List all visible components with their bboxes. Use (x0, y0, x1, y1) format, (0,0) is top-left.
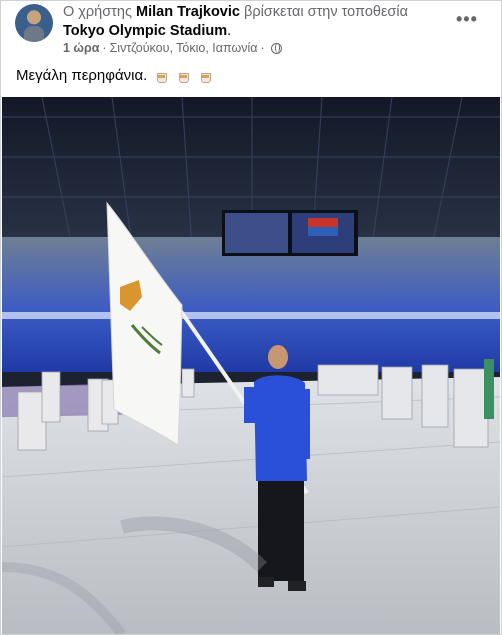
place-suffix: . (227, 23, 232, 39)
post-caption: Μεγάλη περηφάνια. (16, 67, 213, 84)
meta-separator: · (102, 41, 107, 55)
globe-icon (270, 42, 282, 54)
post-location-meta: Σιντζούκου, Τόκιο, Ιαπωνία (109, 41, 258, 55)
avatar[interactable] (15, 4, 53, 42)
post-time-link[interactable]: 1 ώρα (63, 41, 99, 55)
header-location-text: βρίσκεται στην τοποθεσία (244, 4, 408, 20)
meta-separator-2: · (260, 41, 265, 55)
drink-cup-icon (199, 69, 213, 83)
post-meta: 1 ώρα · Σιντζούκου, Τόκιο, Ιαπωνία · (63, 41, 282, 55)
facebook-post-card: Ο χρήστης Milan Trajkovic βρίσκεται στην… (0, 0, 502, 635)
caption-text: Μεγάλη περηφάνια. (16, 67, 148, 84)
post-header: Ο χρήστης Milan Trajkovic βρίσκεται στην… (63, 3, 453, 41)
drink-cup-icon (177, 69, 191, 83)
stadium-photo-illustration (2, 97, 500, 634)
header-prefix: Ο χρήστης (63, 4, 132, 20)
author-name-link[interactable]: Milan Trajkovic (136, 4, 240, 20)
post-photo[interactable] (2, 97, 500, 634)
place-link[interactable]: Tokyo Olympic Stadium (63, 23, 227, 39)
more-options-button[interactable]: ••• (456, 9, 478, 30)
drink-cup-icon (155, 69, 169, 83)
